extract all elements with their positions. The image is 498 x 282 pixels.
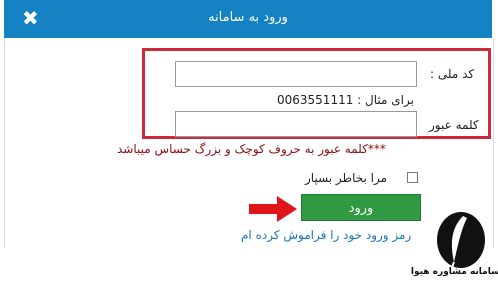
remember-me-checkbox[interactable] bbox=[407, 172, 418, 183]
logo-caption: سامانه مشاوره هیوا bbox=[410, 267, 498, 277]
remember-me-label: مرا بخاطر بسپار bbox=[305, 171, 388, 185]
login-panel: کد ملی : برای مثال : 0063551111 کلمه عبو… bbox=[4, 38, 498, 277]
red-arrow-icon bbox=[249, 196, 297, 222]
national-id-input[interactable] bbox=[175, 61, 417, 87]
login-button[interactable]: ورود bbox=[301, 194, 421, 221]
password-label: کلمه عبور bbox=[429, 118, 479, 132]
forgot-password-link[interactable]: رمز ورود خود را فراموش کرده ام bbox=[241, 228, 411, 242]
national-id-label: کد ملی : bbox=[430, 67, 475, 81]
dialog-title: ورود به سامانه bbox=[208, 10, 288, 25]
password-input[interactable] bbox=[175, 111, 417, 137]
case-sensitive-note: ***کلمه عبور به حروف کوچک و بزرگ حساس می… bbox=[117, 142, 386, 156]
example-text: برای مثال : 0063551111 bbox=[277, 93, 414, 107]
dialog-titlebar: ✖ ورود به سامانه bbox=[4, 0, 492, 38]
